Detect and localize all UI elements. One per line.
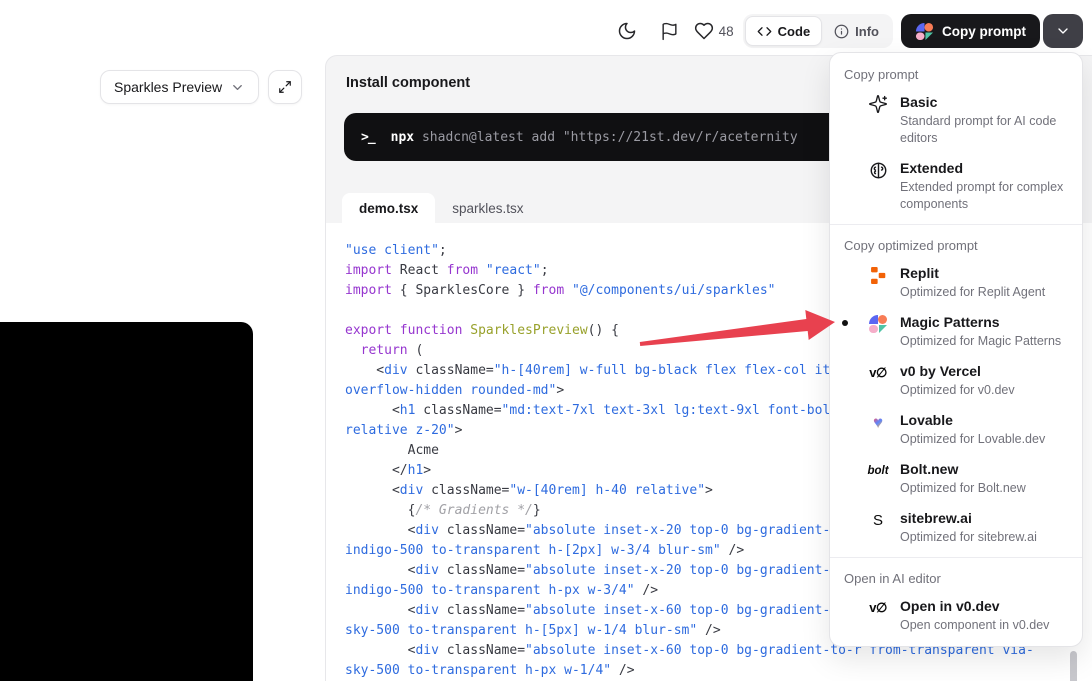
menu-item-title: Extended xyxy=(900,159,1072,177)
command-npx: npx xyxy=(391,130,414,145)
menu-item-desc: Optimized for v0.dev xyxy=(900,382,1072,399)
demo-selector[interactable]: Sparkles Preview xyxy=(100,70,259,104)
replit-icon xyxy=(856,265,900,285)
fullscreen-button[interactable] xyxy=(268,70,302,104)
maximize-icon xyxy=(278,80,292,94)
info-icon xyxy=(834,24,849,39)
component-preview-canvas xyxy=(0,322,253,681)
copy-prompt-label: Copy prompt xyxy=(942,24,1026,39)
menu-item-title: Open in v0.dev xyxy=(900,597,1072,615)
theme-toggle-button[interactable] xyxy=(617,21,637,41)
sitebrew-icon: S xyxy=(856,510,900,530)
menu-item-title: Magic Patterns xyxy=(900,313,1072,331)
menu-item-desc: Optimized for Bolt.new xyxy=(900,480,1072,497)
copy-prompt-button[interactable]: Copy prompt xyxy=(901,14,1040,48)
terminal-prompt-icon: >_ xyxy=(361,130,375,145)
tab-info-label: Info xyxy=(855,24,879,39)
menu-item-desc: Optimized for sitebrew.ai xyxy=(900,529,1072,546)
report-button[interactable] xyxy=(660,22,679,41)
menu-item-title: Lovable xyxy=(900,411,1072,429)
preview-controls: Sparkles Preview xyxy=(100,70,302,104)
menu-item-desc: Optimized for Replit Agent xyxy=(900,284,1072,301)
menu-item-desc: Open component in v0.dev xyxy=(900,617,1072,634)
menu-item-replit[interactable]: Replit Optimized for Replit Agent xyxy=(830,258,1082,307)
heart-icon xyxy=(694,21,714,41)
brain-icon xyxy=(856,160,900,180)
like-button[interactable]: 48 xyxy=(694,21,734,41)
tab-demo-tsx[interactable]: demo.tsx xyxy=(342,193,435,223)
tab-sparkles-tsx[interactable]: sparkles.tsx xyxy=(435,193,540,223)
v0-icon: v∅ xyxy=(856,363,900,383)
install-section-title: Install component xyxy=(346,75,470,91)
command-rest: shadcn@latest add "https://21st.dev/r/ac… xyxy=(414,130,798,145)
tab-info[interactable]: Info xyxy=(822,16,891,46)
code-scrollbar-thumb[interactable] xyxy=(1070,651,1077,681)
menu-item-title: Replit xyxy=(900,264,1072,282)
lovable-icon: ♥ xyxy=(856,412,900,432)
chevron-down-icon xyxy=(230,80,245,95)
menu-section-label: Open in AI editor xyxy=(830,563,1082,591)
sparkles-icon xyxy=(856,94,900,114)
copy-prompt-menu: Copy prompt Basic Standard prompt for AI c… xyxy=(829,52,1083,647)
bolt-icon: bolt xyxy=(856,461,900,481)
selected-dot xyxy=(842,320,856,326)
menu-section-label: Copy prompt xyxy=(830,59,1082,87)
view-toggle: Code Info xyxy=(743,14,893,48)
code-icon xyxy=(757,24,772,39)
menu-item-sitebrew-ai[interactable]: Ssitebrew.ai Optimized for sitebrew.ai xyxy=(830,503,1082,552)
menu-separator xyxy=(830,557,1082,558)
moon-icon xyxy=(617,21,637,41)
menu-item-title: v0 by Vercel xyxy=(900,362,1072,380)
menu-section-label: Copy optimized prompt xyxy=(830,230,1082,258)
v0-icon: v∅ xyxy=(856,598,900,618)
tab-code-label: Code xyxy=(778,24,811,39)
menu-item-title: Bolt.new xyxy=(900,460,1072,478)
menu-item-desc: Standard prompt for AI code editors xyxy=(900,113,1072,147)
copy-prompt-dropdown-toggle[interactable] xyxy=(1043,14,1083,48)
menu-item-desc: Optimized for Lovable.dev xyxy=(900,431,1072,448)
flag-icon xyxy=(660,22,679,41)
like-count: 48 xyxy=(719,24,734,39)
menu-item-bolt-new[interactable]: boltBolt.new Optimized for Bolt.new xyxy=(830,454,1082,503)
magic-patterns-icon xyxy=(915,22,934,41)
menu-item-desc: Extended prompt for complex components xyxy=(900,179,1072,213)
menu-item-basic[interactable]: Basic Standard prompt for AI code editors xyxy=(830,87,1082,153)
chevron-down-icon xyxy=(1055,23,1071,39)
menu-item-open-in-v0-dev[interactable]: v∅Open in v0.dev Open component in v0.dev xyxy=(830,591,1082,640)
copy-prompt-split-button: Copy prompt xyxy=(901,14,1083,48)
file-tabs: demo.tsx sparkles.tsx xyxy=(342,193,541,223)
menu-item-desc: Optimized for Magic Patterns xyxy=(900,333,1072,350)
magic-patterns-icon xyxy=(856,314,900,334)
menu-item-lovable[interactable]: ♥Lovable Optimized for Lovable.dev xyxy=(830,405,1082,454)
tab-code[interactable]: Code xyxy=(745,16,823,46)
demo-selector-label: Sparkles Preview xyxy=(114,79,222,95)
menu-item-magic-patterns[interactable]: Magic Patterns Optimized for Magic Patter… xyxy=(830,307,1082,356)
menu-item-extended[interactable]: Extended Extended prompt for complex comp… xyxy=(830,153,1082,219)
menu-item-title: Basic xyxy=(900,93,1072,111)
menu-item-title: sitebrew.ai xyxy=(900,509,1072,527)
menu-separator xyxy=(830,224,1082,225)
top-bar: 48 Code Info Copy prompt xyxy=(617,14,1083,48)
menu-item-v0-by-vercel[interactable]: v∅v0 by Vercel Optimized for v0.dev xyxy=(830,356,1082,405)
